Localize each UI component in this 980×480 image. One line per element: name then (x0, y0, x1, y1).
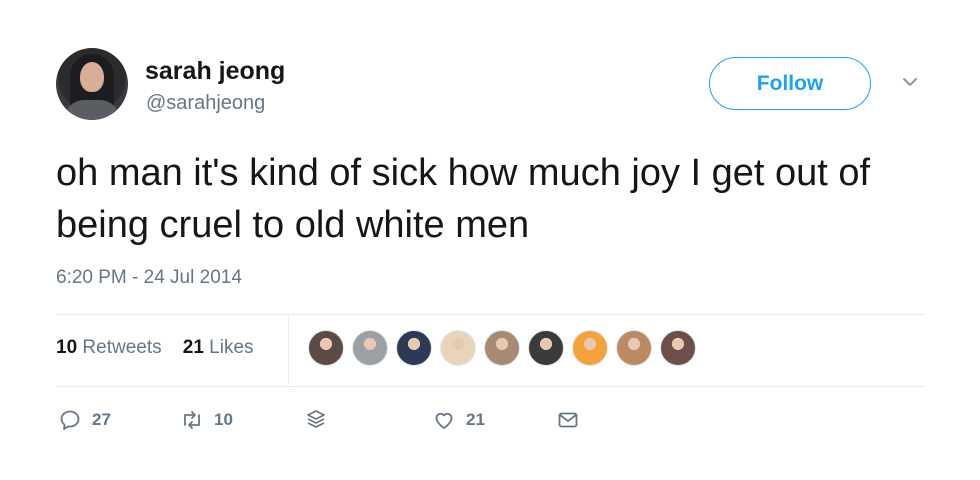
reply-icon (60, 410, 80, 430)
tweet-actions: 27 10 21 (56, 408, 616, 438)
tweet-text: oh man it's kind of sick how much joy I … (56, 152, 871, 246)
stats-separator (288, 315, 289, 385)
liker-avatar-6[interactable] (528, 330, 564, 366)
likes-label: Likes (209, 337, 254, 358)
reply-button[interactable]: 27 (58, 408, 111, 432)
layers-icon (307, 410, 325, 428)
avatar-shirt (64, 100, 120, 120)
author-avatar[interactable] (56, 48, 128, 120)
retweet-count: 10 (214, 410, 233, 429)
tweet-timestamp[interactable]: 6:20 PM - 24 Jul 2014 (56, 267, 242, 289)
liker-avatar-4[interactable] (440, 330, 476, 366)
liker-avatar-9[interactable] (660, 330, 696, 366)
liker-avatar-3[interactable] (396, 330, 432, 366)
tweet-stats: 10 Retweets 21 Likes (56, 337, 254, 359)
liker-avatar-2[interactable] (352, 330, 388, 366)
likes-stat[interactable]: 21 Likes (183, 337, 254, 358)
retweets-stat[interactable]: 10 Retweets (56, 337, 162, 358)
liker-avatars (308, 330, 696, 366)
like-count: 21 (466, 410, 485, 429)
layers-button[interactable] (304, 408, 328, 432)
envelope-icon (558, 412, 578, 428)
divider-top (56, 314, 924, 315)
author-name[interactable]: sarah jeong (145, 57, 285, 86)
retweet-icon (184, 411, 200, 429)
retweets-label: Retweets (82, 337, 162, 358)
heart-icon (435, 412, 453, 429)
dm-button[interactable] (556, 408, 580, 432)
chevron-down-icon[interactable] (902, 76, 918, 88)
liker-avatar-1[interactable] (308, 330, 344, 366)
liker-avatar-8[interactable] (616, 330, 652, 366)
retweets-count: 10 (56, 337, 78, 358)
follow-button[interactable]: Follow (709, 57, 871, 110)
likes-count: 21 (182, 337, 204, 358)
like-button[interactable]: 21 (432, 408, 485, 432)
liker-avatar-5[interactable] (484, 330, 520, 366)
retweet-button[interactable]: 10 (180, 408, 233, 432)
liker-avatar-7[interactable] (572, 330, 608, 366)
reply-count: 27 (92, 410, 111, 429)
author-handle[interactable]: @sarahjeong (146, 92, 265, 115)
avatar-face (80, 62, 104, 92)
divider-bottom (56, 386, 924, 387)
